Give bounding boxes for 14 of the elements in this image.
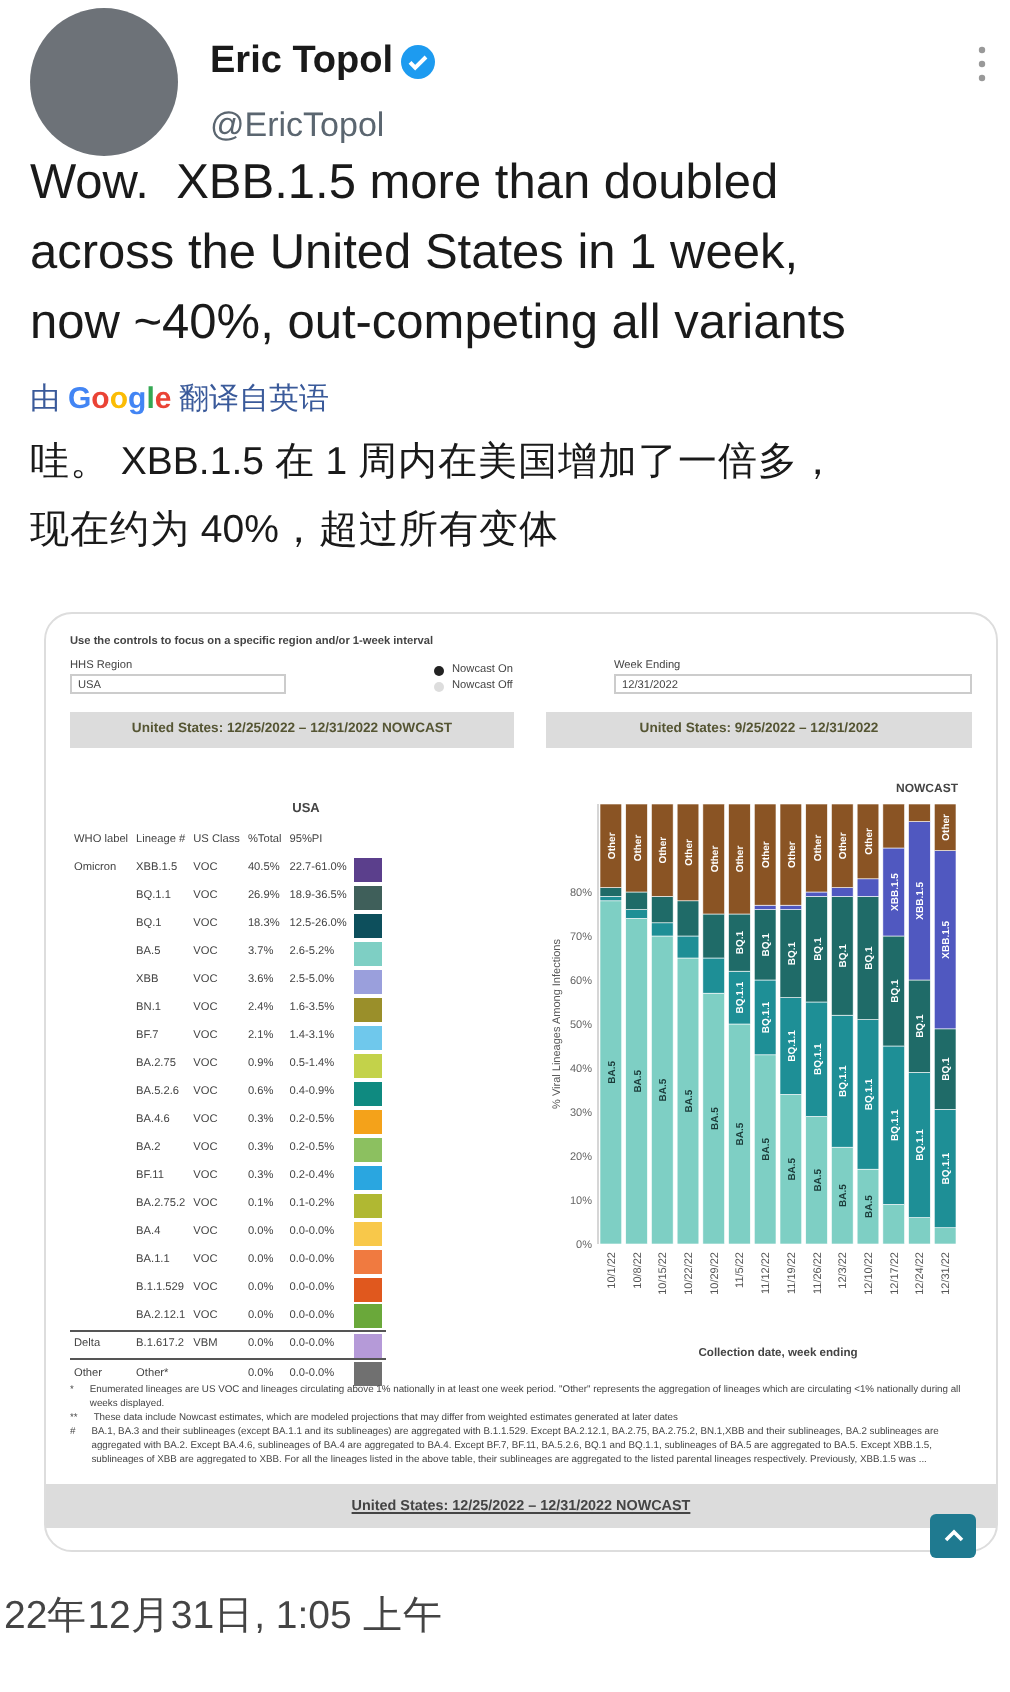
translated-text: 哇。 XBB.1.5 在 1 周内在美国增加了一倍多， 现在约为 40%，超过所有变体	[28, 437, 841, 555]
scroll-top-button[interactable]	[930, 1513, 976, 1557]
bar-segment	[831, 1014, 854, 1148]
translation-note: 由	[30, 380, 60, 420]
caret-up-icon[interactable]	[943, 1528, 963, 1542]
tweet-text: Wow. XBB.1.5 more than doubled across the United States in 1 week, now ~40%, out-competing all variants	[28, 154, 848, 354]
google-logo[interactable]: Google	[68, 378, 172, 423]
translation-note[interactable]: 翻译自英语	[179, 378, 330, 423]
tweet-timestamp: 22年12月31日, 1:05 上午	[2, 1591, 445, 1641]
author-handle[interactable]: @EricTopol	[210, 100, 946, 151]
bar-segment	[805, 1115, 828, 1244]
bar-segment	[805, 1001, 828, 1117]
more-icon[interactable]	[978, 45, 986, 82]
author-name[interactable]: Eric Topol	[210, 40, 393, 84]
